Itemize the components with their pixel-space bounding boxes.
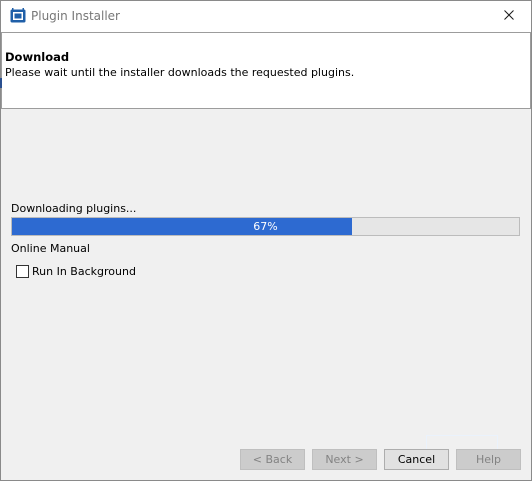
close-icon [503, 9, 514, 23]
checkbox-box[interactable] [16, 264, 29, 278]
online-manual-link[interactable]: Online Manual [11, 242, 90, 255]
download-progress-bar: 67% [11, 217, 520, 236]
frame-accent [0, 78, 2, 88]
next-button[interactable]: Next > [312, 449, 377, 470]
page-subtitle: Please wait until the installer download… [5, 66, 355, 79]
run-in-background-checkbox[interactable]: Run In Background [16, 264, 136, 278]
download-status-label: Downloading plugins... [11, 202, 137, 215]
progress-percent-text: 67% [253, 220, 278, 233]
run-in-background-label: Run In Background [32, 264, 136, 278]
window-title: Plugin Installer [31, 9, 120, 23]
header-panel: Download Please wait until the installer… [1, 32, 531, 109]
back-button[interactable]: < Back [240, 449, 305, 470]
plugin-installer-window: Plugin Installer Download Please wait un… [0, 0, 532, 481]
page-title: Download [5, 50, 70, 64]
help-button[interactable]: Help [456, 449, 521, 470]
plugin-installer-app-icon [10, 8, 26, 24]
cancel-button[interactable]: Cancel [384, 449, 449, 470]
close-button[interactable] [486, 1, 531, 31]
title-bar[interactable]: Plugin Installer [1, 1, 531, 32]
